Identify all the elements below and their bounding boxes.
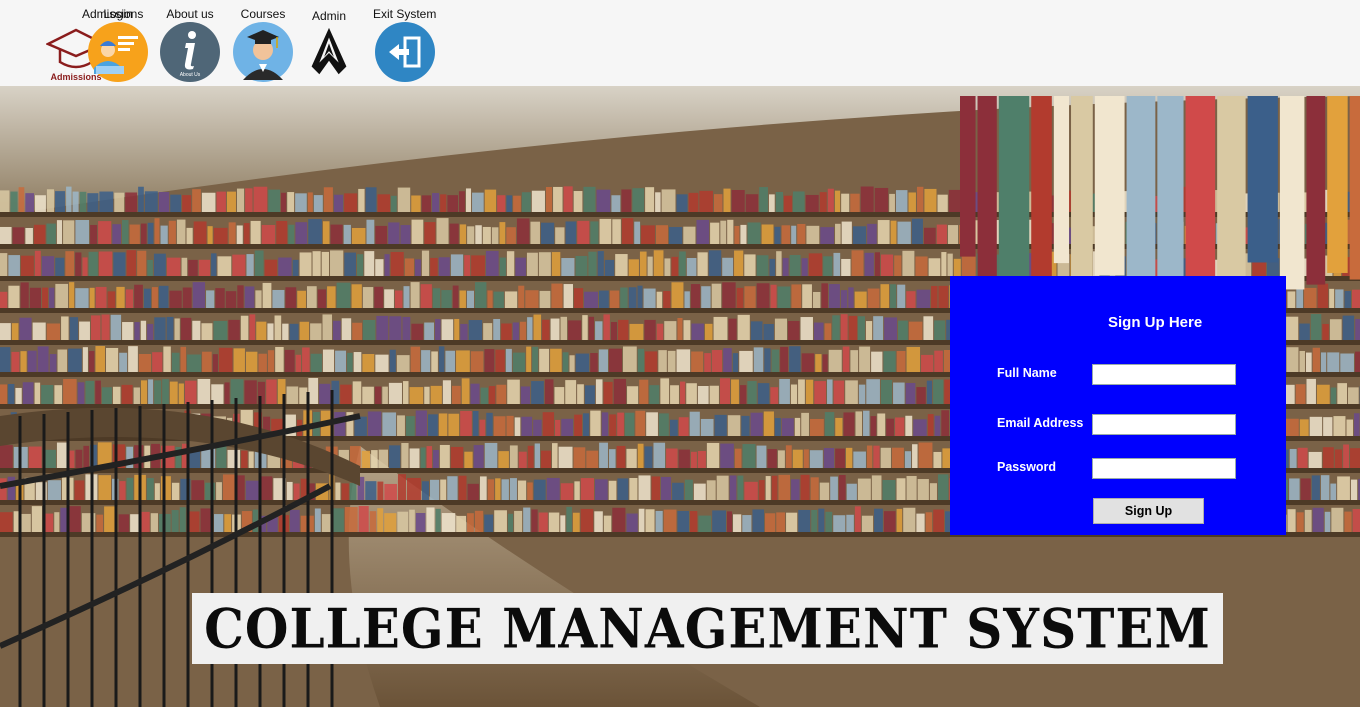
signup-title: Sign Up Here — [1108, 314, 1203, 331]
student-login-icon — [88, 22, 148, 82]
password-label: Password — [997, 460, 1057, 474]
toolbar-admin-label: Admin — [311, 9, 346, 23]
email-address-input[interactable] — [1092, 414, 1236, 435]
signup-panel: Sign Up Here Full Name Email Address Pas… — [950, 276, 1286, 535]
about-us-caption: About Us — [180, 72, 201, 78]
toolbar-courses-button[interactable]: Courses — [233, 6, 293, 82]
info-icon: About Us — [160, 22, 220, 82]
graduate-avatar-icon — [233, 22, 293, 82]
toolbar-login-label: Login — [103, 7, 133, 21]
full-name-label: Full Name — [997, 366, 1057, 380]
toolbar-about-label: About us — [166, 7, 214, 21]
toolbar-exit-button[interactable]: Exit System — [373, 6, 436, 82]
toolbar-exit-label: Exit System — [373, 7, 437, 21]
sign-up-button[interactable]: Sign Up — [1093, 498, 1204, 524]
toolbar-admin-button[interactable]: Admin — [300, 6, 358, 82]
admin-emblem-icon — [311, 27, 347, 75]
full-name-input[interactable] — [1092, 364, 1236, 385]
toolbar-courses-label: Courses — [240, 7, 286, 21]
password-input[interactable] — [1092, 458, 1236, 479]
exit-door-icon — [374, 22, 435, 82]
banner-title: COLLEGE MANAGEMENT SYSTEM — [204, 596, 1211, 661]
toolbar-about-button[interactable]: About us About Us — [160, 6, 220, 82]
email-address-label: Email Address — [997, 416, 1084, 430]
main-toolbar: Admissions Admissions Login About us Abo… — [0, 0, 1360, 87]
title-banner: COLLEGE MANAGEMENT SYSTEM — [192, 593, 1223, 664]
toolbar-login-button[interactable]: Login — [88, 6, 148, 82]
